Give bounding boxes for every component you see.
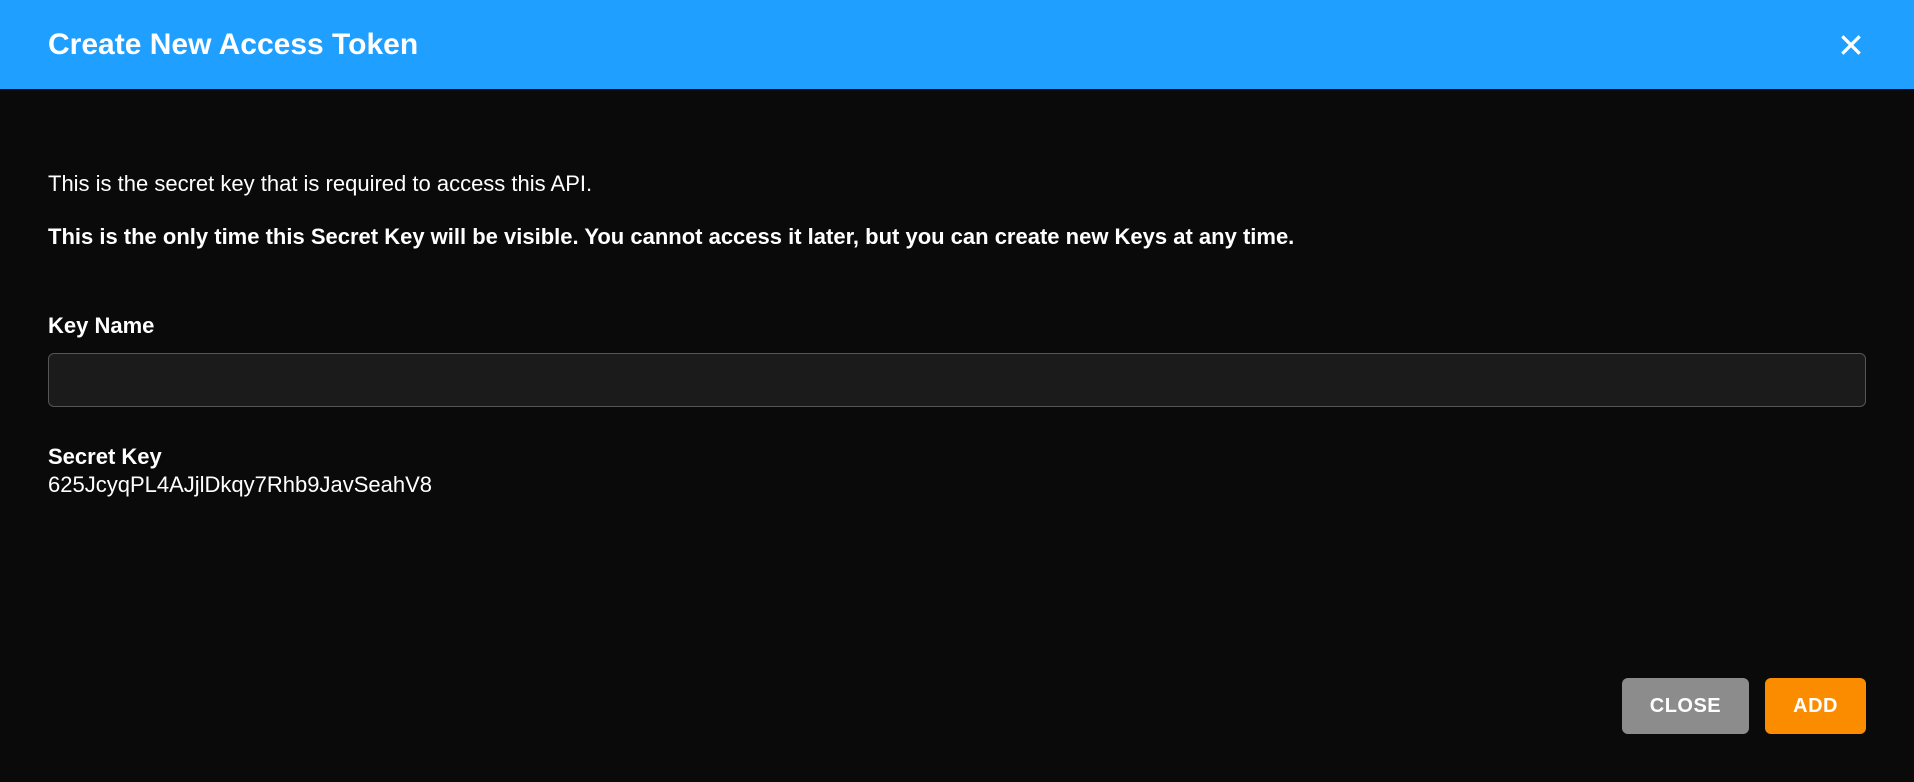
modal-footer: CLOSE ADD	[48, 678, 1866, 734]
description-text: This is the secret key that is required …	[48, 169, 1866, 200]
key-name-group: Key Name	[48, 313, 1866, 407]
secret-key-label: Secret Key	[48, 443, 1866, 472]
close-button[interactable]: CLOSE	[1622, 678, 1749, 734]
add-button[interactable]: ADD	[1765, 678, 1866, 734]
secret-key-value: 625JcyqPL4AJjlDkqy7Rhb9JavSeahV8	[48, 471, 1866, 500]
key-name-label: Key Name	[48, 313, 1866, 339]
create-token-modal: Create New Access Token This is the secr…	[0, 0, 1914, 782]
secret-key-group: Secret Key 625JcyqPL4AJjlDkqy7Rhb9JavSea…	[48, 443, 1866, 500]
close-icon[interactable]	[1836, 30, 1866, 60]
key-name-input[interactable]	[48, 353, 1866, 407]
modal-header: Create New Access Token	[0, 0, 1914, 89]
modal-title: Create New Access Token	[48, 28, 418, 62]
modal-content: This is the secret key that is required …	[0, 89, 1914, 782]
warning-text: This is the only time this Secret Key wi…	[48, 222, 1866, 253]
